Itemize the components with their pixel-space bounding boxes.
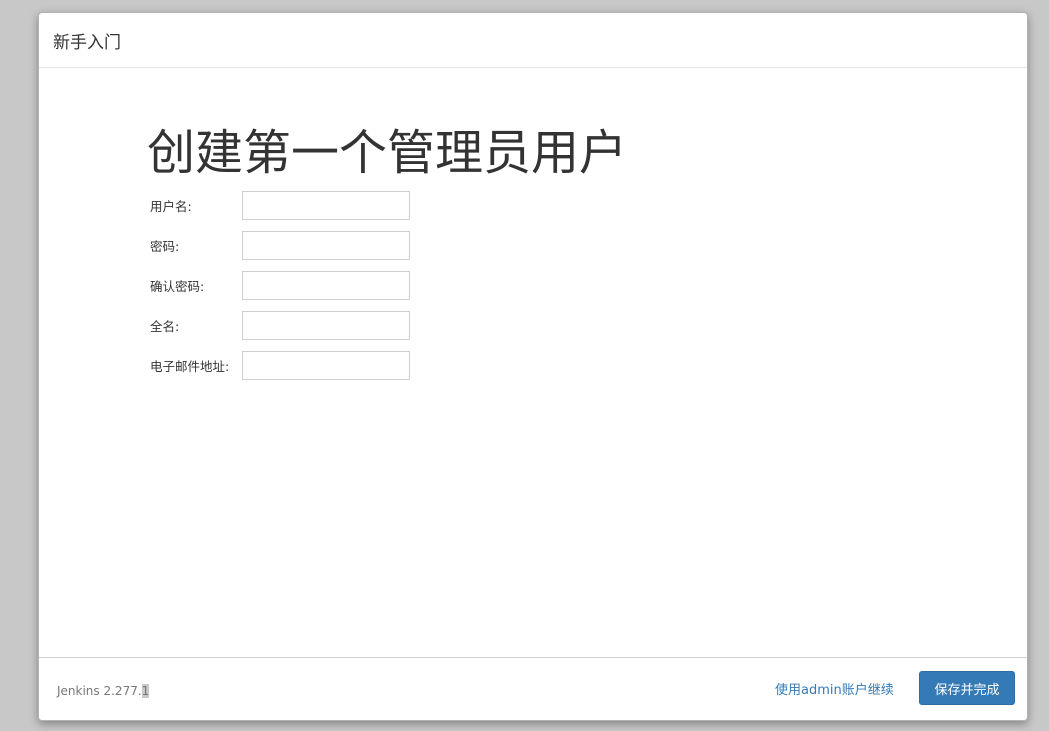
dialog-body: 创建第一个管理员用户 用户名: 密码: 确认密码: 全名: 电子邮件地址: — [39, 68, 1027, 659]
dialog-title: 新手入门 — [53, 32, 121, 53]
password-label: 密码: — [150, 238, 180, 254]
username-input[interactable] — [242, 190, 410, 220]
fullname-row: 全名: — [150, 305, 410, 345]
save-and-finish-button[interactable]: 保存并完成 — [919, 671, 1015, 705]
fullname-input[interactable] — [242, 310, 410, 340]
username-label: 用户名: — [150, 198, 192, 214]
email-input[interactable] — [242, 350, 410, 380]
confirm-password-row: 确认密码: — [150, 265, 410, 305]
create-admin-form: 用户名: 密码: 确认密码: 全名: 电子邮件地址: — [150, 185, 410, 385]
email-row: 电子邮件地址: — [150, 345, 410, 385]
confirm-password-label: 确认密码: — [150, 278, 205, 294]
confirm-password-input[interactable] — [242, 270, 410, 300]
password-input[interactable] — [242, 230, 410, 260]
email-label: 电子邮件地址: — [150, 358, 230, 374]
username-row: 用户名: — [150, 185, 410, 225]
continue-as-admin-link[interactable]: 使用admin账户继续 — [775, 679, 894, 698]
fullname-label: 全名: — [150, 318, 180, 334]
version-text: Jenkins 2.277.1 — [57, 684, 150, 698]
dialog-header: 新手入门 — [39, 13, 1027, 68]
page-title: 创建第一个管理员用户 — [147, 125, 628, 181]
dialog-footer: Jenkins 2.277.1 使用admin账户继续 保存并完成 — [39, 657, 1027, 720]
setup-dialog: 新手入门 创建第一个管理员用户 用户名: 密码: 确认密码: 全名: 电子邮件地… — [38, 12, 1028, 721]
version-prefix: Jenkins 2.277. — [57, 684, 142, 698]
password-row: 密码: — [150, 225, 410, 265]
version-suffix: 1 — [141, 684, 150, 698]
